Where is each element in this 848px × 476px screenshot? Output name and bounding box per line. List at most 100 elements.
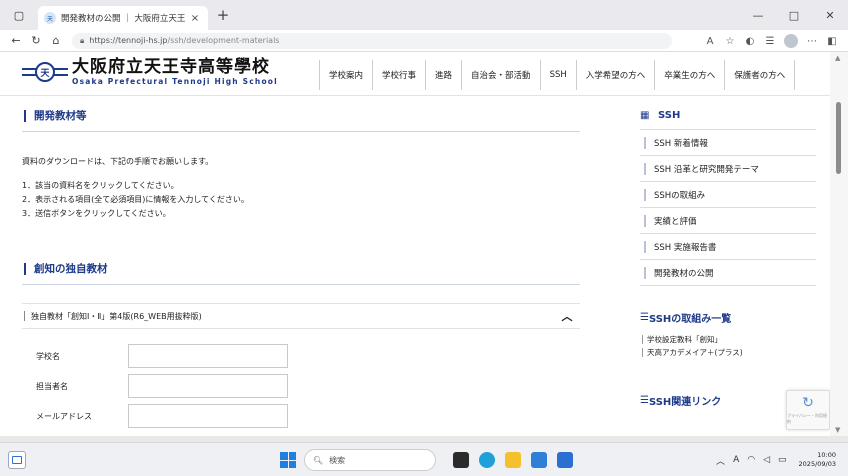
favicon-icon: 天 [44, 12, 56, 24]
search-icon: 🔍︎ [313, 455, 324, 465]
school-name-label: 学校名 [36, 351, 60, 361]
global-nav: 学校案内 学校行事 進路 自治会・部活動 SSH 入学希望の方へ 卒業生の方へ … [319, 60, 796, 90]
sidebar-item-news[interactable]: SSH 新着情報 [640, 130, 816, 156]
home-icon[interactable]: ⌂ [46, 34, 66, 47]
lock-icon: 🔒︎ [80, 35, 85, 45]
nav-item-parents[interactable]: 保護者の方へ [724, 60, 796, 90]
browser-tab[interactable]: 天 開発教材の公開 ｜ 大阪府立天王 × [38, 6, 208, 30]
tab-actions-icon[interactable]: ▢ [6, 4, 32, 26]
page-viewport: 天 大阪府立天王寺高等學校 Osaka Prefectural Tennoji … [0, 52, 848, 436]
scroll-down-icon[interactable]: ▼ [835, 426, 840, 434]
school-name-input[interactable] [128, 344, 288, 368]
nav-item-events[interactable]: 学校行事 [372, 60, 425, 90]
sidebar: ▦ SSH SSH 新着情報 SSH 沿革と研究開発テーマ SSHの取組み 実績と… [640, 96, 816, 408]
system-tray: ︿ A ◠ ◁ ▭ 10:00 2025/09/03 [708, 447, 836, 473]
url-field[interactable]: 🔒︎ https://tennoji-hs.jp/ssh/development… [72, 32, 672, 49]
battery-icon[interactable]: ▭ [778, 455, 787, 465]
outlook-icon[interactable] [531, 452, 547, 468]
sidebar-item-history[interactable]: SSH 沿革と研究開発テーマ [640, 156, 816, 182]
material-title: 独自教材「創知Ⅰ・Ⅱ」第4版(R6_WEB用抜粋版) [31, 311, 202, 321]
nav-item-clubs[interactable]: 自治会・部活動 [461, 60, 540, 90]
list-icon: ☰ [640, 395, 649, 406]
tray-chevron-icon[interactable]: ︿ [716, 454, 725, 467]
explorer-icon[interactable] [505, 452, 521, 468]
list-item-academeia[interactable]: 天高アカデメイア＋(プラス) [640, 346, 816, 359]
read-aloud-icon[interactable]: A [700, 36, 720, 47]
recaptcha-privacy-text: プライバシー・利用規約 [787, 413, 827, 424]
profile-avatar[interactable] [784, 34, 798, 48]
minimize-button[interactable]: — [740, 0, 776, 30]
list-item-souchi[interactable]: 学校設定教科「創知」 [640, 333, 816, 346]
nav-item-alumni[interactable]: 卒業生の方へ [654, 60, 724, 90]
nav-item-applicants[interactable]: 入学希望の方へ [575, 60, 655, 90]
initiatives-list-title: ☰ SSHの取組み一覧 [640, 312, 732, 325]
edge-icon[interactable] [479, 452, 495, 468]
recaptcha-badge[interactable]: ↻ プライバシー・利用規約 [786, 390, 830, 430]
intro-text: 資料のダウンロードは、下記の手順でお願いします。 [22, 157, 214, 166]
wifi-icon[interactable]: ◠ [747, 455, 755, 465]
main-content: 開発教材等 資料のダウンロードは、下記の手順でお願いします。 1．該当の資料名を… [22, 96, 580, 431]
close-window-button[interactable]: ✕ [812, 0, 848, 30]
email-input[interactable] [128, 404, 288, 428]
nav-item-ssh[interactable]: SSH [539, 60, 576, 90]
sidebar-item-initiatives[interactable]: SSHの取組み [640, 182, 816, 208]
site-header: 天 大阪府立天王寺高等學校 Osaka Prefectural Tennoji … [0, 52, 830, 96]
step-3: 3．送信ボタンをクリックしてください。 [22, 209, 171, 218]
more-menu-icon[interactable]: ⋯ [802, 36, 822, 47]
logo-english: Osaka Prefectural Tennoji High School [72, 77, 278, 86]
task-view-icon[interactable] [453, 452, 469, 468]
chevron-up-icon[interactable]: ︿ [554, 308, 580, 324]
sidebar-item-materials[interactable]: 開発教材の公開 [640, 260, 816, 286]
maximize-button[interactable]: □ [776, 0, 812, 30]
sidebar-item-reports[interactable]: SSH 実施報告書 [640, 234, 816, 260]
clock[interactable]: 10:00 2025/09/03 [799, 451, 836, 469]
logo-japanese: 大阪府立天王寺高等學校 [72, 57, 270, 77]
section-title: 創知の独自教材 [22, 261, 580, 276]
site-logo[interactable]: 天 大阪府立天王寺高等學校 Osaka Prefectural Tennoji … [22, 58, 278, 86]
volume-icon[interactable]: ◁ [763, 455, 770, 465]
tab-title: 開発教材の公開 ｜ 大阪府立天王 [61, 14, 186, 24]
sidebar-item-results[interactable]: 実績と評価 [640, 208, 816, 234]
nav-item-school-info[interactable]: 学校案内 [319, 60, 372, 90]
start-icon[interactable] [280, 452, 296, 468]
initiatives-list: 学校設定教科「創知」 天高アカデメイア＋(プラス) [640, 333, 816, 359]
person-name-label: 担当者名 [36, 381, 68, 391]
school-emblem-icon: 天 [22, 59, 68, 85]
url-host: https://tennoji-hs.jp [89, 36, 168, 45]
taskbar: 🔍︎ 検索 ︿ A ◠ ◁ ▭ 10:00 2025/09/03 [0, 442, 848, 476]
nav-item-career[interactable]: 進路 [425, 60, 461, 90]
sidebar-title: ▦ SSH [640, 110, 681, 121]
step-1: 1．該当の資料名をクリックしてください。 [22, 181, 179, 190]
toolbar-icons: A ☆ ◐ ☰ ⋯ ◧ [700, 30, 842, 52]
url-path: /ssh/development-materials [167, 36, 280, 45]
back-icon[interactable]: ← [6, 34, 26, 47]
recaptcha-icon: ↻ [802, 395, 814, 411]
address-bar-row: ← ↻ ⌂ 🔒︎ https://tennoji-hs.jp/ssh/devel… [0, 30, 848, 52]
sidebar-toggle-icon[interactable]: ◧ [822, 36, 842, 47]
list-icon: ☰ [640, 312, 649, 323]
page-scrollbar[interactable]: ▲ ▼ [830, 52, 848, 436]
browser-tab-bar: ▢ 天 開発教材の公開 ｜ 大阪府立天王 × + — □ ✕ [0, 0, 848, 30]
material-accordion-header[interactable]: 独自教材「創知Ⅰ・Ⅱ」第4版(R6_WEB用抜粋版) ︿ [22, 303, 580, 329]
widgets-icon[interactable] [8, 451, 26, 469]
building-icon: ▦ [640, 110, 650, 121]
tab-close-icon[interactable]: × [188, 13, 202, 24]
taskbar-apps [448, 452, 578, 468]
favorite-star-icon[interactable]: ☆ [720, 36, 740, 47]
instruction-steps: 1．該当の資料名をクリックしてください。 2．表示される項目(全て必須項目)に情… [22, 179, 580, 221]
word-icon[interactable] [557, 452, 573, 468]
ime-indicator[interactable]: A [733, 455, 739, 465]
refresh-icon[interactable]: ↻ [26, 34, 46, 47]
page-title: 開発教材等 [22, 108, 580, 123]
person-name-input[interactable] [128, 374, 288, 398]
taskbar-search[interactable]: 🔍︎ 検索 [304, 449, 436, 471]
new-tab-button[interactable]: + [212, 6, 234, 24]
download-form: 学校名 担当者名 メールアドレス [22, 341, 580, 431]
favorites-list-icon[interactable]: ☰ [760, 36, 780, 47]
step-2: 2．表示される項目(全て必須項目)に情報を入力してください。 [22, 195, 249, 204]
scroll-up-icon[interactable]: ▲ [835, 54, 840, 62]
window-controls: — □ ✕ [740, 0, 848, 30]
scroll-thumb[interactable] [836, 102, 841, 174]
email-label: メールアドレス [36, 411, 92, 421]
extensions-icon[interactable]: ◐ [740, 36, 760, 47]
